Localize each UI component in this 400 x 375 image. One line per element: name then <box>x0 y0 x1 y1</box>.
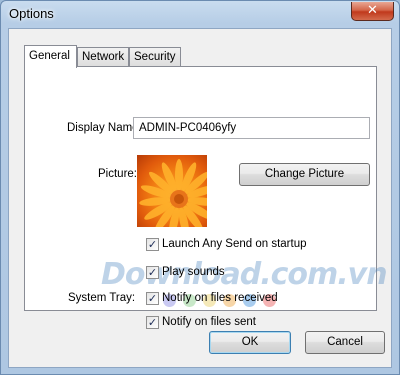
flower-image <box>139 159 207 227</box>
options-window: Options ✕ General Network Security Displ… <box>0 0 400 375</box>
notify-received-label: Notify on files received <box>162 292 278 304</box>
change-picture-label: Change Picture <box>264 168 345 180</box>
display-name-field[interactable]: ADMIN-PC0406yfy <box>133 117 370 139</box>
display-name-value: ADMIN-PC0406yfy <box>139 122 237 134</box>
change-picture-button[interactable]: Change Picture <box>239 163 370 186</box>
ok-label: OK <box>241 336 259 348</box>
cancel-label: Cancel <box>327 336 363 348</box>
notify-received-checkbox[interactable]: ✓ <box>146 292 159 305</box>
checkmark-icon: ✓ <box>147 292 158 305</box>
tab-network[interactable]: Network <box>77 47 129 67</box>
tab-network-label: Network <box>82 51 125 63</box>
profile-picture <box>137 155 207 227</box>
display-name-label: Display Name: <box>67 122 142 134</box>
launch-on-startup-checkbox[interactable]: ✓ <box>146 238 159 251</box>
cancel-button[interactable]: Cancel <box>305 331 385 354</box>
ok-button[interactable]: OK <box>209 331 291 354</box>
close-button[interactable]: ✕ <box>351 2 394 21</box>
play-sounds-label: Play sounds <box>162 266 225 278</box>
notify-sent-checkbox[interactable]: ✓ <box>146 316 159 329</box>
title-bar[interactable]: Options ✕ <box>1 1 399 27</box>
window-title: Options <box>9 6 54 21</box>
play-sounds-checkbox[interactable]: ✓ <box>146 266 159 279</box>
system-tray-label: System Tray: <box>68 292 136 304</box>
tab-general[interactable]: General <box>24 45 77 68</box>
checkmark-icon: ✓ <box>147 316 158 329</box>
general-tab-panel: Display Name: ADMIN-PC0406yfy Picture: C… <box>24 66 388 329</box>
checkmark-icon: ✓ <box>147 238 158 251</box>
tab-general-label: General <box>29 50 70 62</box>
checkmark-icon: ✓ <box>147 266 158 279</box>
dialog-body: General Network Security Display Name: A… <box>8 28 392 368</box>
tab-security[interactable]: Security <box>129 47 181 67</box>
picture-label: Picture: <box>98 168 137 180</box>
watermark-text: Download.com.vn <box>101 257 388 292</box>
launch-on-startup-label: Launch Any Send on startup <box>162 238 307 250</box>
close-icon: ✕ <box>367 3 378 18</box>
notify-sent-label: Notify on files sent <box>162 316 256 328</box>
tab-security-label: Security <box>134 51 176 63</box>
